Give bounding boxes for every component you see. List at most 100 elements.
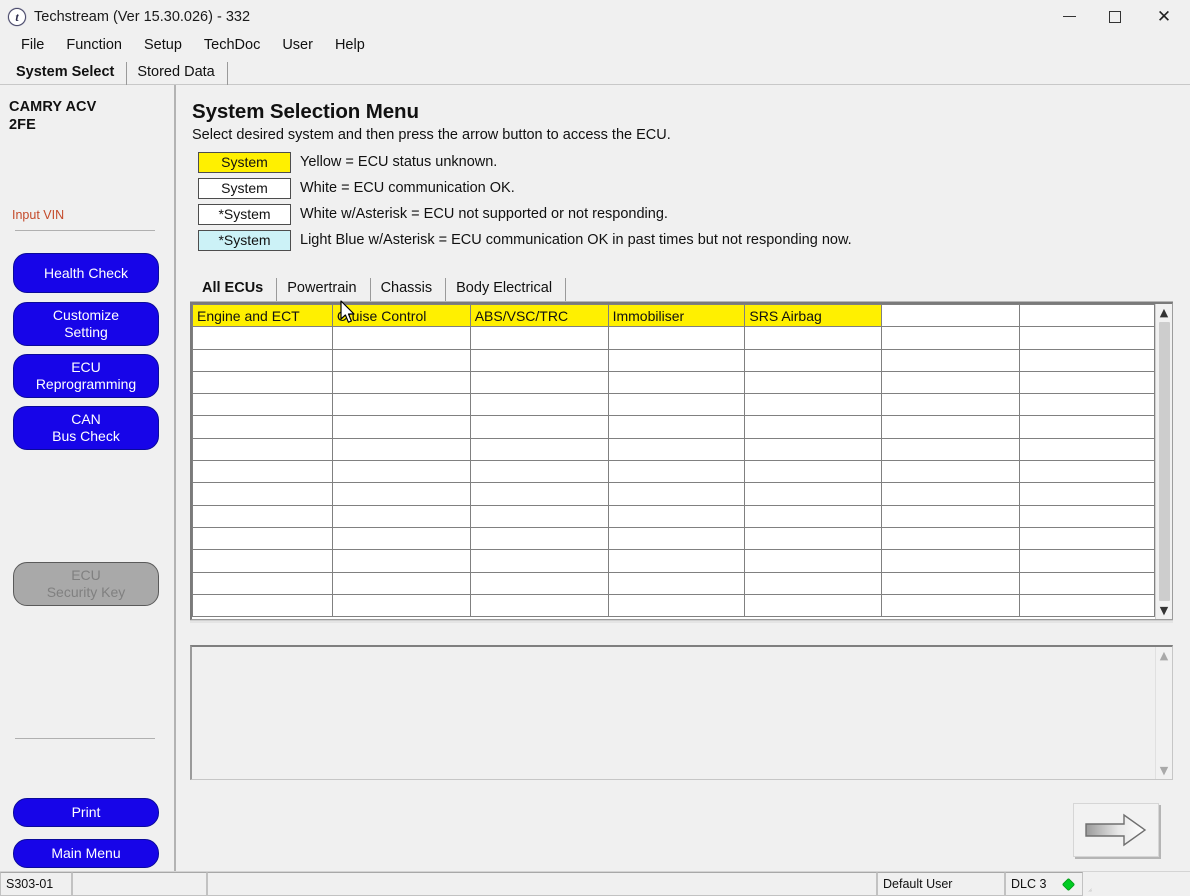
main-menu-button[interactable]: Main Menu [13, 839, 159, 868]
menu-item-user[interactable]: User [271, 37, 324, 53]
ecu-cell-empty [1019, 304, 1155, 328]
ecu-cell-empty [331, 370, 471, 395]
ecu-grid-row [192, 482, 1155, 506]
menu-bar: File Function Setup TechDoc User Help [0, 33, 1190, 57]
ecu-cell-empty [744, 549, 883, 573]
customize-setting-button[interactable]: Customize Setting [13, 302, 159, 346]
legend-row-lightblue-asterisk: *System Light Blue w/Asterisk = ECU comm… [198, 227, 1174, 253]
tab-stored-data[interactable]: Stored Data [127, 62, 228, 85]
resize-grip-icon[interactable] [1083, 872, 1097, 896]
ecu-reprogramming-button[interactable]: ECU Reprogramming [13, 354, 159, 398]
legend-text-white: White = ECU communication OK. [300, 180, 515, 196]
ecu-cell-empty [469, 460, 609, 484]
info-panel[interactable]: ▲ ▼ [190, 645, 1173, 780]
ecu-cell-empty [192, 460, 333, 484]
info-scroll-down-icon[interactable]: ▼ [1156, 762, 1173, 779]
ecu-cell-engine-and-ect[interactable]: Engine and ECT [192, 304, 333, 328]
ecu-cell-empty [469, 370, 609, 395]
ecu-cell-empty [881, 571, 1021, 595]
ecu-cell-empty [744, 526, 883, 551]
ecu-cell-empty [469, 393, 609, 417]
ecu-cell-empty [192, 370, 333, 395]
menu-item-setup[interactable]: Setup [133, 37, 193, 53]
ecu-cell-empty [881, 326, 1021, 350]
next-arrow-button[interactable] [1073, 803, 1159, 857]
ecu-cell-empty [1019, 571, 1155, 595]
legend-text-lightblue: Light Blue w/Asterisk = ECU communicatio… [300, 232, 852, 248]
ecu-cell-empty [744, 593, 883, 618]
scroll-thumb[interactable] [1158, 322, 1170, 601]
ecu-cell-empty [331, 549, 471, 573]
ecu-cell-empty [1019, 504, 1155, 528]
legend-chip-white-asterisk: *System [198, 203, 291, 225]
techstream-logo-icon: t [8, 7, 26, 26]
can-bus-check-button[interactable]: CAN Bus Check [13, 406, 159, 450]
minimize-button[interactable] [1046, 0, 1092, 33]
info-scroll-up-icon[interactable]: ▲ [1156, 647, 1173, 664]
ecu-grid[interactable]: Engine and ECT Cruise Control ABS/VSC/TRC I… [190, 302, 1173, 620]
ecu-cell-empty [192, 437, 333, 462]
health-check-button[interactable]: Health Check [13, 253, 159, 293]
input-vin-link[interactable]: Input VIN [12, 208, 64, 222]
ecu-cell-empty [331, 504, 471, 528]
scroll-up-icon[interactable]: ▲ [1156, 304, 1173, 321]
ecu-grid-body: Engine and ECT Cruise Control ABS/VSC/TRC I… [192, 304, 1155, 619]
ecu-cell-cruise-control[interactable]: Cruise Control [331, 304, 471, 328]
ecu-cell-empty [607, 415, 746, 439]
ecu-tab-all-ecus[interactable]: All ECUs [192, 278, 278, 301]
ecu-cell-empty [607, 393, 746, 417]
ecu-cell-empty [881, 370, 1021, 395]
legend-row-white: System White = ECU communication OK. [198, 175, 1174, 201]
ecu-tab-powertrain[interactable]: Powertrain [277, 278, 371, 301]
ecu-cell-empty [744, 393, 883, 417]
print-button[interactable]: Print [13, 798, 159, 827]
scroll-down-icon[interactable]: ▼ [1156, 602, 1173, 619]
ecu-cell-empty [607, 482, 746, 506]
ecu-cell-empty [192, 549, 333, 573]
ecu-cell-empty [1019, 415, 1155, 439]
ecu-cell-empty [881, 526, 1021, 551]
ecu-grid-scrollbar[interactable]: ▲ ▼ [1155, 304, 1172, 619]
ecu-cell-srs-airbag[interactable]: SRS Airbag [744, 304, 883, 328]
menu-item-function[interactable]: Function [55, 37, 133, 53]
ecu-cell-empty [744, 326, 883, 350]
ecu-grid-row [192, 526, 1155, 551]
ecu-panel: All ECUs Powertrain Chassis Body Electri… [190, 275, 1173, 709]
menu-item-help[interactable]: Help [324, 37, 376, 53]
ecu-cell-empty [881, 415, 1021, 439]
ecu-cell-empty [1019, 393, 1155, 417]
vehicle-line-2: 2FE [9, 116, 36, 133]
status-pane-2 [207, 872, 877, 896]
ecu-cell-empty [607, 437, 746, 462]
ecu-tab-chassis[interactable]: Chassis [371, 278, 447, 301]
ecu-cell-empty [331, 526, 471, 551]
tab-system-select[interactable]: System Select [6, 62, 128, 85]
info-panel-scrollbar[interactable]: ▲ ▼ [1155, 647, 1172, 779]
ecu-cell-abs-vsc-trc[interactable]: ABS/VSC/TRC [469, 304, 609, 328]
sidebar-divider [15, 738, 155, 739]
maximize-button[interactable] [1092, 0, 1138, 33]
right-arrow-icon [1085, 813, 1147, 847]
ecu-cell-empty [607, 326, 746, 350]
close-button[interactable]: ✕ [1138, 0, 1190, 33]
ecu-grid-row [192, 549, 1155, 573]
status-code: S303-01 [0, 872, 72, 896]
ecu-cell-empty [469, 526, 609, 551]
ecu-cell-empty [469, 415, 609, 439]
menu-item-file[interactable]: File [10, 37, 55, 53]
legend-row-white-asterisk: *System White w/Asterisk = ECU not suppo… [198, 201, 1174, 227]
ecu-grid-header-row: Engine and ECT Cruise Control ABS/VSC/TRC I… [192, 304, 1155, 328]
ecu-grid-table: Engine and ECT Cruise Control ABS/VSC/TRC I… [192, 304, 1155, 618]
ecu-cell-empty [469, 549, 609, 573]
ecu-tab-body-electrical[interactable]: Body Electrical [446, 278, 567, 301]
sidebar: CAMRY ACV 2FE Input VIN Health Check Cus… [0, 85, 176, 871]
menu-item-techdoc[interactable]: TechDoc [193, 37, 271, 53]
ecu-cell-empty [881, 504, 1021, 528]
ecu-cell-immobiliser[interactable]: Immobiliser [607, 304, 746, 328]
ecu-security-key-button: ECU Security Key [13, 562, 159, 606]
ecu-cell-empty [469, 348, 609, 372]
vin-divider [15, 230, 155, 231]
content-area: System Selection Menu Select desired sys… [176, 85, 1190, 871]
ecu-cell-empty [192, 504, 333, 528]
ecu-cell-empty [881, 593, 1021, 618]
